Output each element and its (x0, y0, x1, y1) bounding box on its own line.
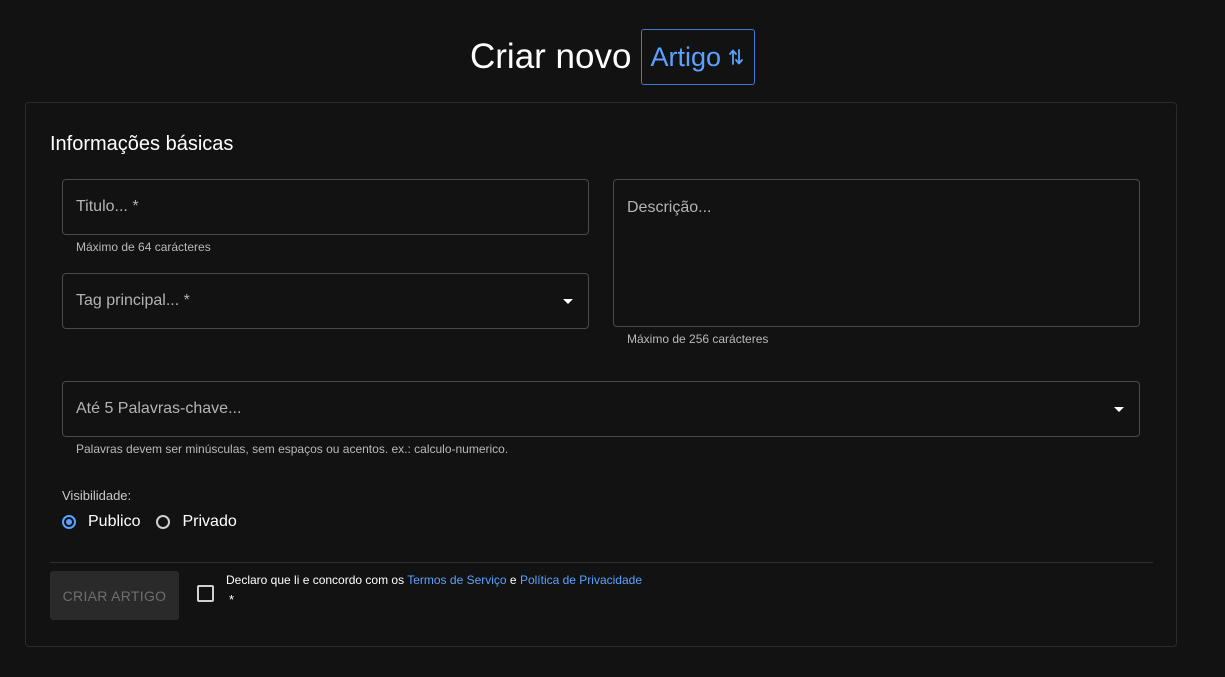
content-type-toggle-button[interactable]: Artigo (641, 29, 755, 85)
radio-unchecked-icon[interactable] (156, 515, 171, 529)
radio-checked-icon[interactable] (62, 515, 76, 529)
description-textarea[interactable]: Descrição... (613, 179, 1140, 327)
keywords-select[interactable]: Até 5 Palavras-chave... (62, 381, 1140, 437)
page-header: Criar novo Artigo (0, 28, 1225, 86)
title-placeholder: Titulo... * (76, 198, 139, 215)
content-type-label: Artigo (650, 41, 721, 72)
agreement-conjunction: e (506, 573, 520, 587)
main-tag-select[interactable]: Tag principal... * (62, 273, 589, 329)
description-helper-text: Máximo de 256 carácteres (627, 332, 769, 346)
visibility-label: Visibilidade: (62, 488, 132, 503)
agreement-prefix: Declaro que li e concordo com os (226, 573, 408, 587)
visibility-radio-group: Publico Privado (62, 513, 253, 531)
create-article-button[interactable]: CRIAR ARTIGO (50, 571, 179, 620)
title-input[interactable]: Titulo... * (62, 179, 589, 235)
required-mark: * (229, 592, 235, 607)
main-tag-placeholder: Tag principal... * (76, 292, 190, 309)
basic-info-card: Informações básicas Titulo... * Máximo d… (25, 102, 1177, 647)
visibility-option-public[interactable]: Publico (62, 513, 140, 531)
visibility-option-private[interactable]: Privado (156, 513, 237, 531)
privacy-policy-link[interactable]: Política de Privacidade (520, 573, 642, 587)
terms-agreement-text: Declaro que li e concordo com os Termos … (226, 572, 642, 588)
create-article-page: Criar novo Artigo Informações básicas Ti… (0, 0, 1225, 677)
description-placeholder: Descrição... (627, 199, 712, 216)
visibility-option-label: Publico (88, 513, 141, 530)
terms-agreement-checkbox[interactable] (197, 585, 214, 602)
keywords-helper-text: Palavras devem ser minúsculas, sem espaç… (76, 442, 509, 456)
section-title: Informações básicas (50, 133, 234, 155)
divider (50, 562, 1153, 563)
title-helper-text: Máximo de 64 carácteres (76, 240, 211, 254)
chevron-down-icon (563, 299, 573, 304)
swap-vertical-icon (728, 48, 744, 66)
chevron-down-icon (1114, 407, 1124, 412)
visibility-option-label: Privado (182, 513, 237, 530)
terms-of-service-link[interactable]: Termos de Serviço (407, 573, 506, 587)
keywords-placeholder: Até 5 Palavras-chave... (76, 400, 242, 417)
page-title: Criar novo (470, 37, 632, 76)
